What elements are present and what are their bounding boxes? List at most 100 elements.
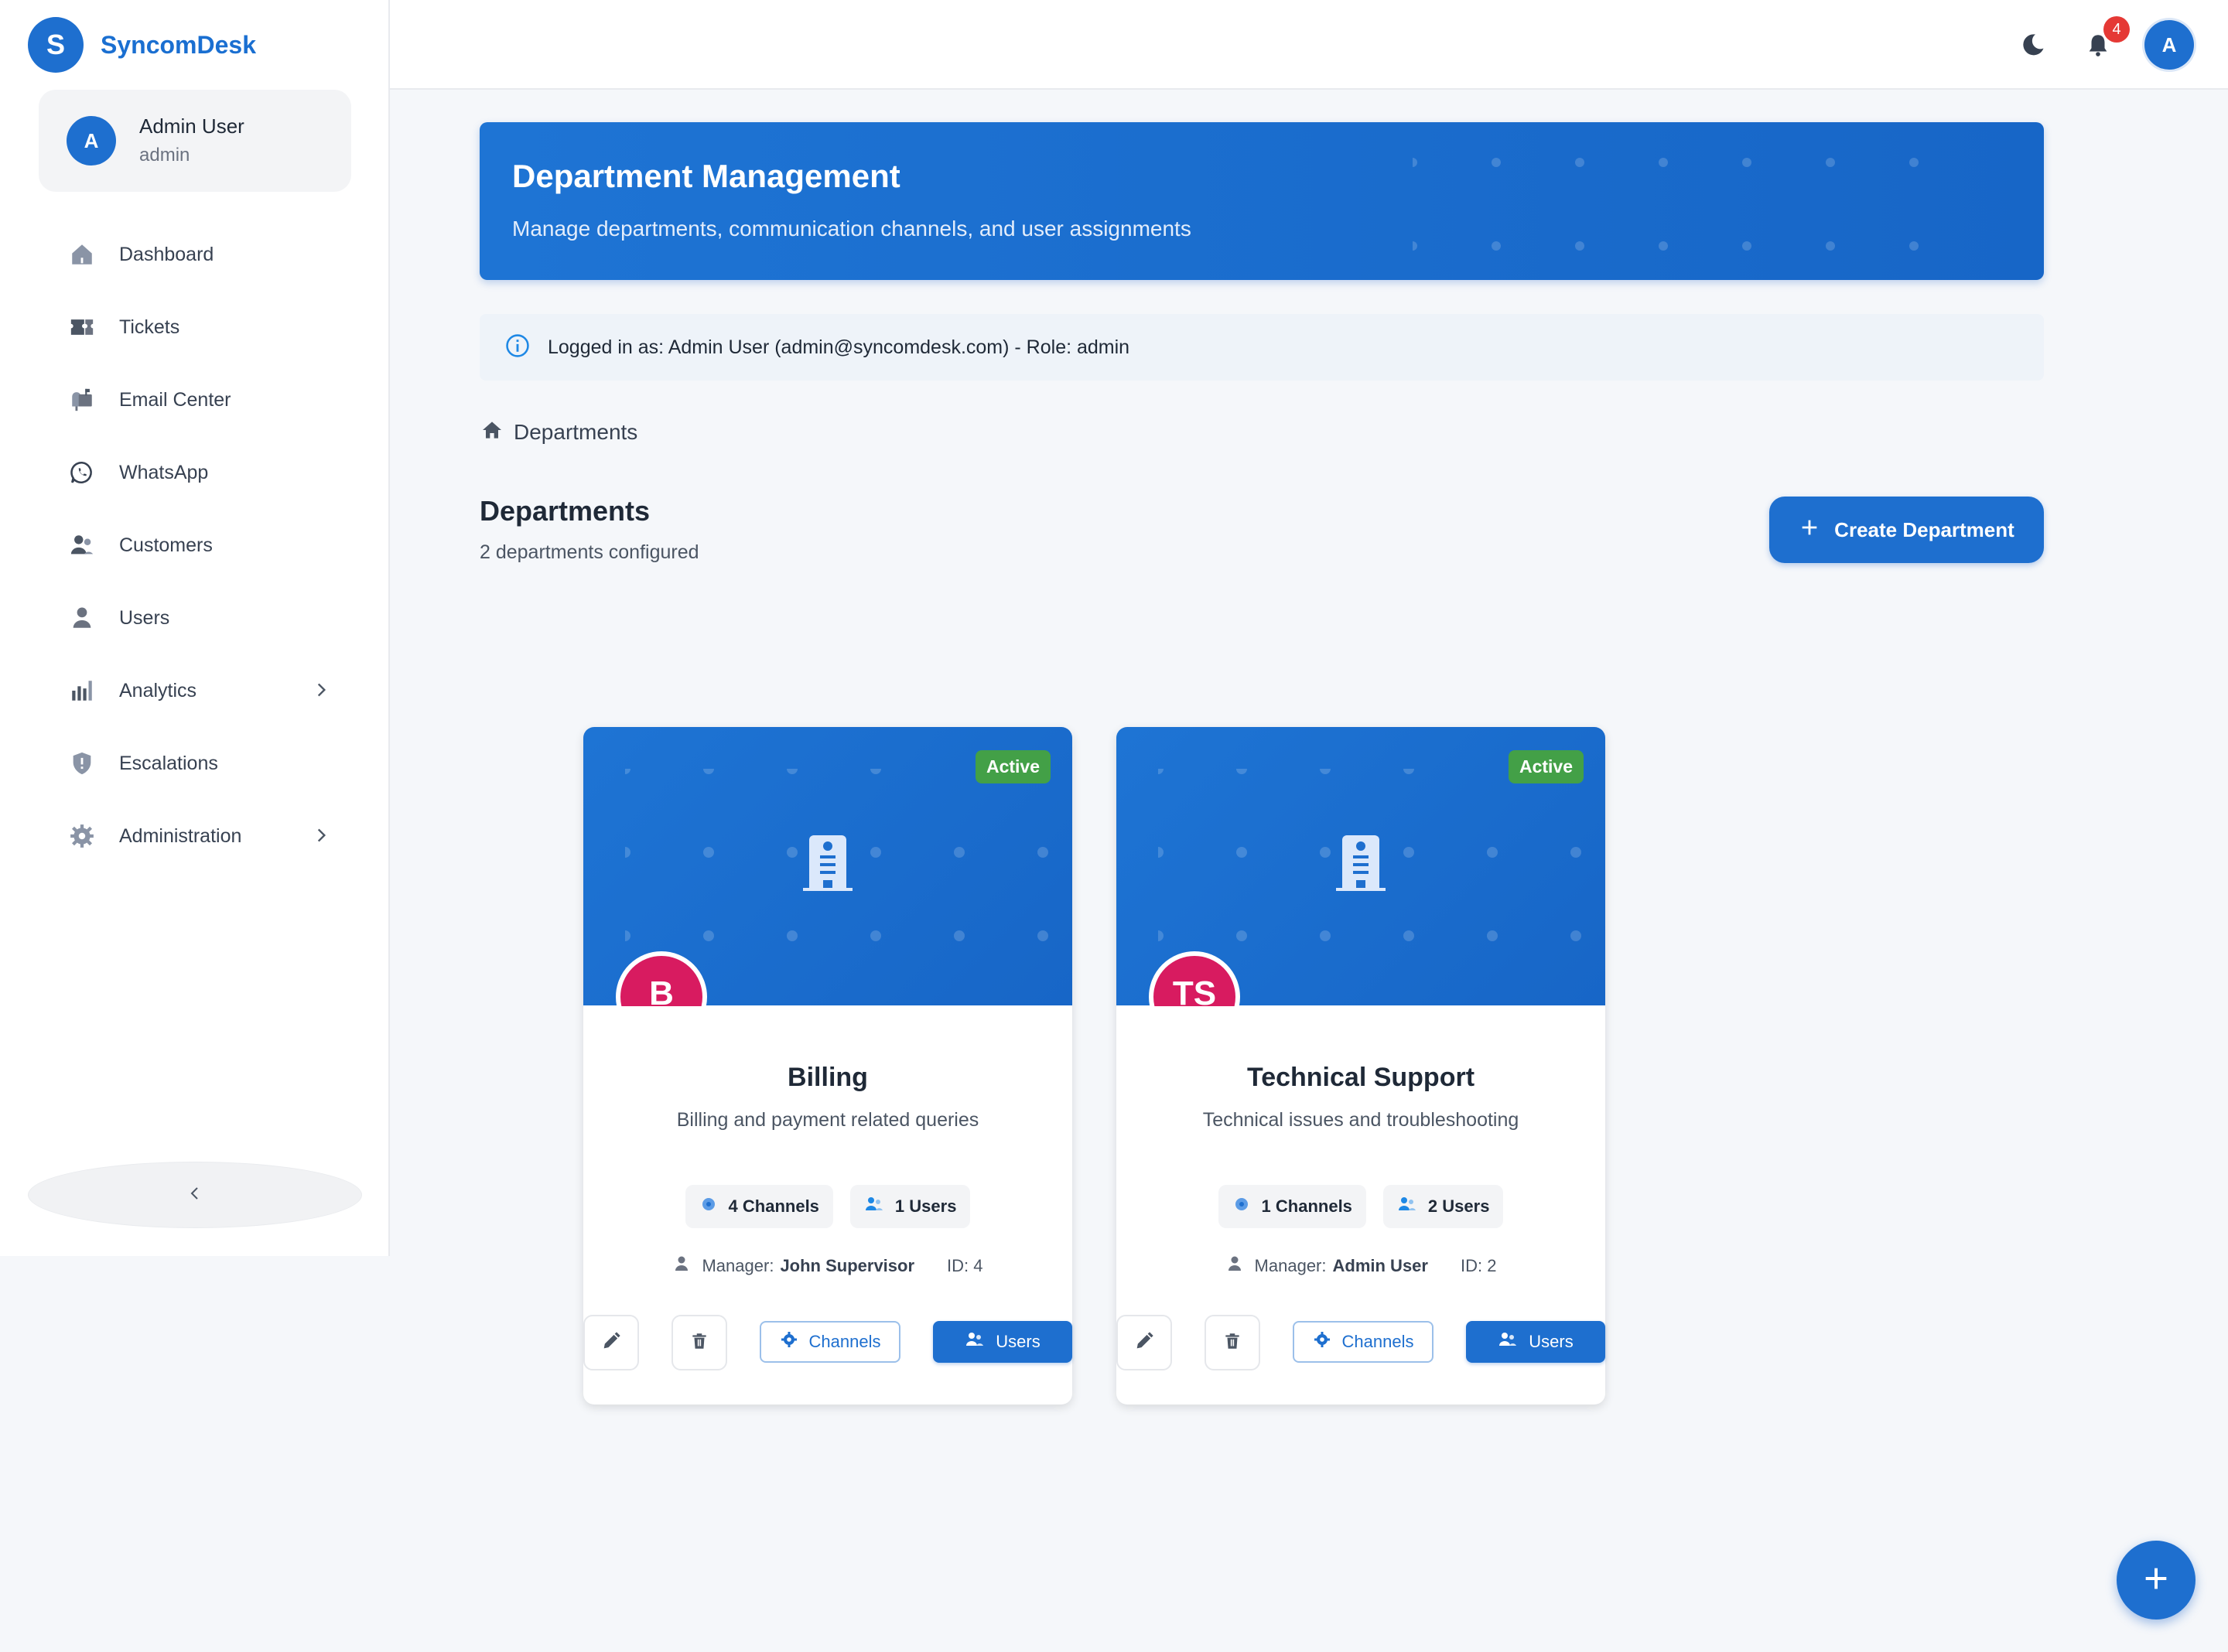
status-badge: Active xyxy=(975,750,1051,783)
create-department-label: Create Department xyxy=(1834,517,2014,541)
delete-department-button[interactable] xyxy=(671,1315,727,1370)
users-icon xyxy=(1498,1330,1529,1353)
ticket-icon xyxy=(68,313,96,341)
add-fab-button[interactable] xyxy=(2117,1541,2196,1620)
edit-department-button[interactable] xyxy=(583,1315,639,1370)
login-info-text: Logged in as: Admin User (admin@syncomde… xyxy=(548,336,1130,358)
department-avatar: B xyxy=(616,951,707,1006)
sidebar-item-label: Dashboard xyxy=(119,243,214,265)
brand[interactable]: S SyncomDesk xyxy=(28,17,256,73)
department-name: Billing xyxy=(788,1063,868,1092)
sidebar-item-label: Analytics xyxy=(119,679,197,701)
user-name: Admin User xyxy=(139,114,244,138)
users-button-label: Users xyxy=(996,1332,1041,1351)
users-count-chip: 2 Users xyxy=(1382,1185,1504,1228)
person-icon xyxy=(672,1254,702,1278)
manager-name: John Supervisor xyxy=(780,1256,915,1275)
sidebar-item-tickets[interactable]: Tickets xyxy=(0,291,390,364)
building-icon xyxy=(797,831,859,896)
plus-icon xyxy=(1799,517,1820,544)
user-icon xyxy=(68,604,96,632)
sidebar-nav: Dashboard Tickets Email Center WhatsApp … xyxy=(0,218,390,872)
sidebar-item-label: Administration xyxy=(119,824,242,847)
home-icon xyxy=(68,241,96,268)
chevron-right-icon xyxy=(311,680,331,700)
info-icon xyxy=(504,333,531,363)
brand-name: SyncomDesk xyxy=(101,30,256,59)
department-channels-button[interactable]: Channels xyxy=(1293,1321,1434,1363)
sidebar-item-label: Email Center xyxy=(119,388,231,411)
moon-icon[interactable] xyxy=(2018,29,2049,60)
channels-button-label: Channels xyxy=(1341,1332,1414,1351)
section-title: Departments xyxy=(480,495,651,527)
users-icon xyxy=(1397,1195,1428,1218)
create-department-button[interactable]: Create Department xyxy=(1769,497,2044,563)
user-role: admin xyxy=(139,145,190,166)
sidebar-item-users[interactable]: Users xyxy=(0,582,390,654)
sidebar-item-escalations[interactable]: Escalations xyxy=(0,727,390,800)
edit-department-button[interactable] xyxy=(1116,1315,1172,1370)
department-name: Technical Support xyxy=(1246,1063,1475,1092)
sidebar-item-administration[interactable]: Administration xyxy=(0,800,390,872)
breadcrumb-current: Departments xyxy=(514,419,638,444)
department-manager: Manager: John Supervisor xyxy=(672,1254,914,1278)
sidebar-item-email-center[interactable]: Email Center xyxy=(0,364,390,436)
channels-count: 1 Channels xyxy=(1261,1196,1352,1216)
shield-alert-icon xyxy=(68,749,96,777)
sidebar-item-label: Escalations xyxy=(119,752,218,774)
sidebar-item-dashboard[interactable]: Dashboard xyxy=(0,218,390,291)
department-description: Billing and payment related queries xyxy=(676,1109,979,1131)
department-card: Active TS Technical Support Technical is… xyxy=(1116,727,1605,1405)
sidebar-item-whatsapp[interactable]: WhatsApp xyxy=(0,436,390,509)
users-button-label: Users xyxy=(1529,1332,1574,1351)
users-count-chip: 1 Users xyxy=(849,1185,971,1228)
department-id: ID: 2 xyxy=(1460,1256,1497,1275)
building-icon xyxy=(1330,831,1392,896)
sidebar-item-label: Users xyxy=(119,606,170,629)
users-count: 1 Users xyxy=(894,1196,957,1216)
manager-label: Manager: xyxy=(1254,1256,1327,1275)
home-icon[interactable] xyxy=(480,418,504,446)
notification-count-badge: 4 xyxy=(2103,16,2130,43)
sidebar-collapse-button[interactable] xyxy=(28,1162,362,1228)
gear-icon xyxy=(68,822,96,850)
channels-count: 4 Channels xyxy=(728,1196,819,1216)
sidebar-item-label: WhatsApp xyxy=(119,461,209,483)
breadcrumb: Departments xyxy=(480,418,637,446)
plus-icon xyxy=(2141,1563,2172,1598)
channels-count-chip: 4 Channels xyxy=(685,1185,833,1228)
brand-logo: S xyxy=(28,17,84,73)
pencil-icon xyxy=(600,1330,622,1356)
department-users-button[interactable]: Users xyxy=(933,1321,1072,1363)
department-description: Technical issues and troubleshooting xyxy=(1202,1109,1519,1131)
page-title: Department Management xyxy=(512,158,900,194)
pencil-icon xyxy=(1133,1330,1155,1356)
page-header-banner: Department Management Manage departments… xyxy=(480,122,2044,280)
gear-icon xyxy=(780,1330,809,1353)
manager-name: Admin User xyxy=(1332,1256,1428,1275)
gear-icon xyxy=(1232,1195,1262,1218)
gear-icon xyxy=(699,1195,729,1218)
users-icon xyxy=(864,1195,895,1218)
bar-chart-icon xyxy=(68,677,96,705)
gear-icon xyxy=(1313,1330,1342,1353)
department-channels-button[interactable]: Channels xyxy=(760,1321,900,1363)
status-badge: Active xyxy=(1508,750,1584,783)
channels-button-label: Channels xyxy=(808,1332,881,1351)
sidebar: S SyncomDesk A Admin User admin Dashboar… xyxy=(0,0,390,1256)
delete-department-button[interactable] xyxy=(1205,1315,1260,1370)
avatar[interactable]: A xyxy=(2144,20,2194,70)
department-users-button[interactable]: Users xyxy=(1466,1321,1605,1363)
sidebar-item-customers[interactable]: Customers xyxy=(0,509,390,582)
department-id: ID: 4 xyxy=(947,1256,983,1275)
sidebar-user-card[interactable]: A Admin User admin xyxy=(39,90,351,192)
decorative-dot-pattern xyxy=(1413,158,1919,251)
department-card: Active B Billing Billing and payment rel… xyxy=(583,727,1072,1405)
sidebar-item-label: Customers xyxy=(119,534,213,556)
manager-label: Manager: xyxy=(702,1256,774,1275)
trash-icon xyxy=(689,1331,709,1355)
mailbox-icon xyxy=(68,386,96,414)
channels-count-chip: 1 Channels xyxy=(1218,1185,1366,1228)
whatsapp-icon xyxy=(68,459,96,486)
sidebar-item-analytics[interactable]: Analytics xyxy=(0,654,390,727)
